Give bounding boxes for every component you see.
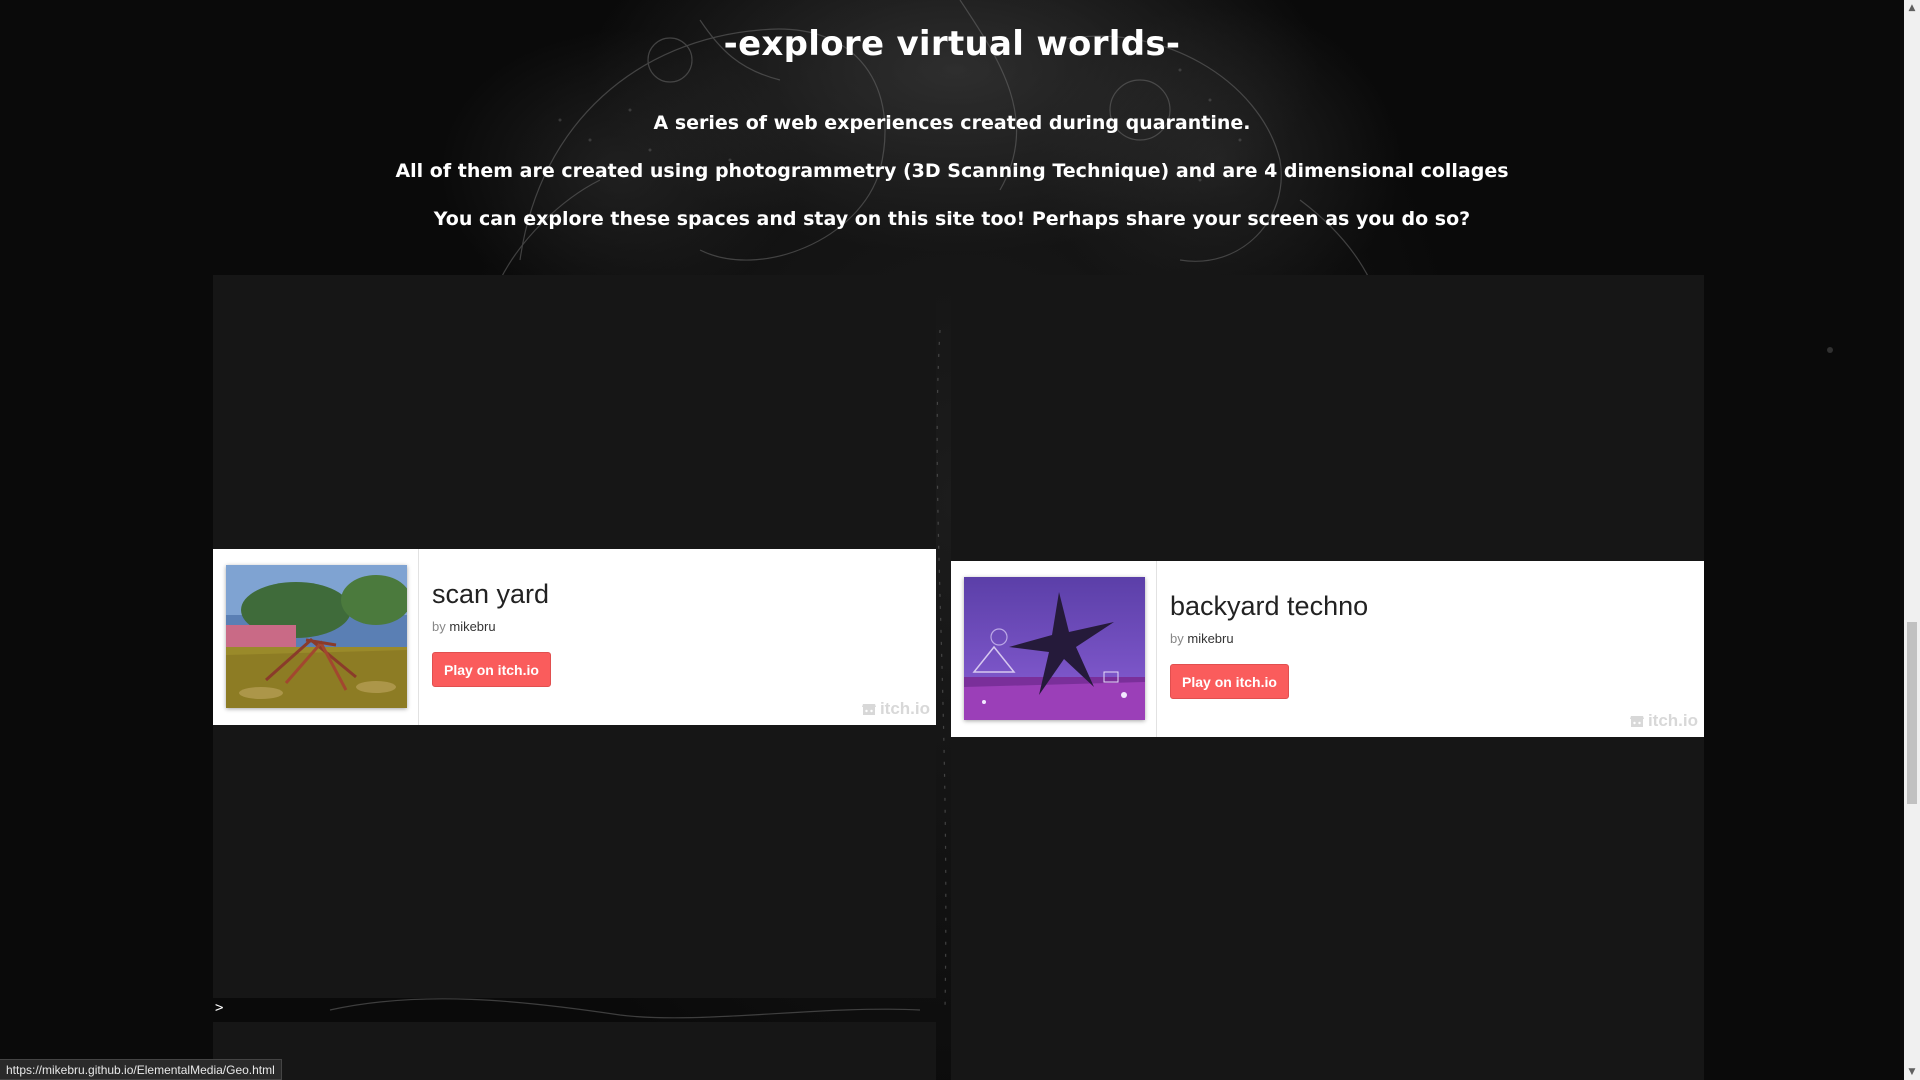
backyard-techno-card: backyard techno by mikebru Play on itch.… [951, 561, 1704, 737]
byline-prefix: by [1170, 631, 1184, 646]
scroll-down-arrow-icon[interactable]: ▼ [1904, 1064, 1920, 1080]
scan-yard-byline: by mikebru [432, 619, 496, 634]
backyard-techno-byline: by mikebru [1170, 631, 1234, 646]
scroll-up-arrow-icon[interactable]: ▲ [1904, 0, 1920, 16]
backyard-techno-thumbnail[interactable] [964, 577, 1145, 720]
byline-prefix: by [432, 619, 446, 634]
play-on-itch-button[interactable]: Play on itch.io [1170, 664, 1289, 699]
next-embed-frame [213, 1022, 936, 1080]
page-viewport: -explore virtual worlds- A series of web… [0, 0, 1920, 1080]
itch-badge[interactable]: itch.io [861, 699, 930, 719]
scan-yard-title[interactable]: scan yard [432, 579, 549, 610]
prompt-arrow: > [215, 1000, 224, 1016]
status-bar-url: https://mikebru.github.io/ElementalMedia… [0, 1059, 282, 1080]
itch-logo-icon [861, 704, 876, 715]
intro-line-3: You can explore these spaces and stay on… [433, 208, 1471, 230]
scan-yard-card: scan yard by mikebru Play on itch.io itc… [213, 549, 936, 725]
page-title: -explore virtual worlds- [723, 24, 1181, 64]
backyard-techno-card-body: backyard techno by mikebru Play on itch.… [1157, 561, 1704, 737]
itch-badge-label: itch.io [1647, 711, 1698, 730]
vertical-scrollbar[interactable]: ▲ ▼ [1904, 0, 1920, 1080]
itch-logo-icon [1629, 716, 1644, 727]
scan-yard-thumbnail-wrap [213, 549, 419, 725]
itch-badge[interactable]: itch.io [1629, 711, 1698, 731]
backyard-techno-thumbnail-wrap [951, 561, 1157, 737]
intro-line-1: A series of web experiences created duri… [653, 112, 1251, 134]
scrollbar-thumb[interactable] [1907, 622, 1917, 804]
intro-line-2: All of them are created using photogramm… [395, 160, 1509, 182]
scan-yard-card-body: scan yard by mikebru Play on itch.io itc… [419, 549, 936, 725]
author-link[interactable]: mikebru [1187, 631, 1233, 646]
author-link[interactable]: mikebru [449, 619, 495, 634]
play-on-itch-button[interactable]: Play on itch.io [432, 652, 551, 687]
scan-yard-thumbnail[interactable] [226, 565, 407, 708]
backyard-techno-title[interactable]: backyard techno [1170, 591, 1368, 622]
itch-badge-label: itch.io [879, 699, 930, 718]
